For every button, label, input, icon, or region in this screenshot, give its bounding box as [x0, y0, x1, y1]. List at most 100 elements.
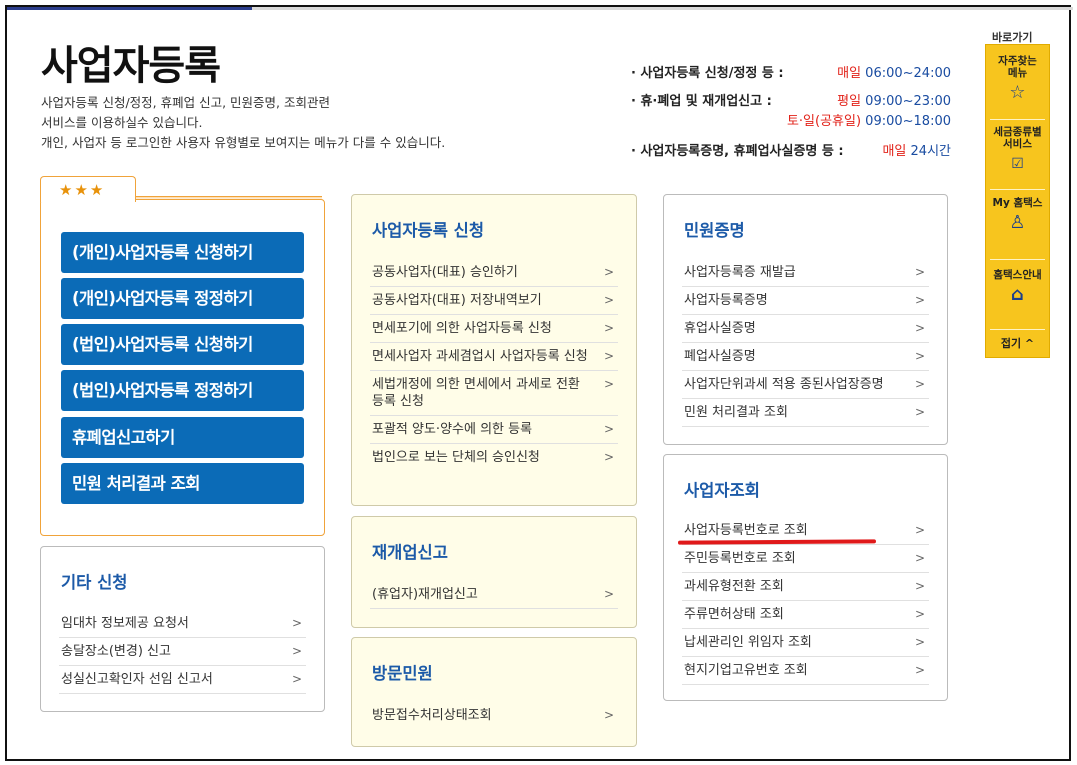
- list-item[interactable]: 현지기업고유번호 조회 >: [682, 657, 929, 685]
- business-lookup-title: 사업자조회: [684, 481, 760, 500]
- hours-day: 토·일(공휴일): [786, 114, 862, 129]
- reopen-title: 재개업신고: [372, 543, 448, 562]
- quick-hometax-guide[interactable]: 홈택스안내 ⌂: [986, 269, 1049, 305]
- list-item[interactable]: 포괄적 양도·양수에 의한 등록 >: [370, 416, 618, 444]
- chevron-right-icon: >: [914, 321, 925, 335]
- home-icon: ⌂: [1011, 284, 1024, 305]
- list-item-label: 성실신고확인자 선임 신고서: [61, 672, 213, 687]
- list-item[interactable]: 성실신고확인자 선임 신고서 >: [59, 666, 306, 694]
- civil-certificate-list: 사업자등록증 재발급 > 사업자등록증명 > 휴업사실증명 > 폐업사실증명 > 사업자…: [682, 259, 929, 427]
- service-hours: · 사업자등록 신청/정정 등 : 매일 06:00~24:00 · 휴·폐업 …: [631, 63, 951, 163]
- hours-value: 평일 09:00~23:00: [837, 91, 951, 113]
- list-item[interactable]: 면세사업자 과세겸업시 사업자등록 신청 >: [370, 343, 618, 371]
- hours-row: · 사업자등록증명, 휴폐업사실증명 등 : 매일 24시간: [631, 141, 951, 163]
- list-item[interactable]: 면세포기에 의한 사업자등록 신청 >: [370, 315, 618, 343]
- page-description: 사업자등록 신청/정정, 휴폐업 신고, 민원증명, 조회관련 서비스를 이용하…: [41, 93, 561, 153]
- list-item[interactable]: 공동사업자(대표) 저장내역보기 >: [370, 287, 618, 315]
- civil-result-lookup-button[interactable]: 민원 처리결과 조회: [61, 463, 304, 504]
- etc-apply-title: 기타 신청: [61, 573, 128, 592]
- list-item-label: 사업자단위과세 적용 종된사업장증명: [684, 377, 884, 392]
- chevron-right-icon: >: [291, 672, 302, 686]
- civil-certificate-box: 민원증명 사업자등록증 재발급 > 사업자등록증명 > 휴업사실증명 > 폐업사실증명…: [663, 194, 948, 445]
- chevron-right-icon: >: [603, 349, 614, 363]
- list-item-label: 공동사업자(대표) 승인하기: [372, 265, 518, 280]
- etc-apply-list: 임대차 정보제공 요청서 > 송달장소(변경) 신고 > 성실신고확인자 선임 신고…: [59, 610, 306, 694]
- list-item-label: 법인으로 보는 단체의 승인신청: [372, 450, 540, 465]
- corporate-register-apply-button[interactable]: (법인)사업자등록 신청하기: [61, 324, 304, 365]
- chevron-right-icon: >: [914, 635, 925, 649]
- hours-time: 09:00~18:00: [861, 114, 951, 129]
- hours-day: 평일: [837, 94, 862, 109]
- top-line: [252, 7, 1073, 10]
- list-item-label: 과세유형전환 조회: [684, 579, 784, 594]
- divider: [990, 329, 1045, 330]
- list-item[interactable]: 사업자단위과세 적용 종된사업장증명 >: [682, 371, 929, 399]
- list-item[interactable]: 사업자등록증명 >: [682, 287, 929, 315]
- list-item-label: (휴업자)재개업신고: [372, 587, 478, 602]
- quick-frequent-menu[interactable]: 자주찾는 메뉴 ☆: [986, 55, 1049, 103]
- list-item[interactable]: 송달장소(변경) 신고 >: [59, 638, 306, 666]
- hours-value: 매일 24시간: [882, 141, 951, 163]
- closure-report-button[interactable]: 휴폐업신고하기: [61, 417, 304, 458]
- quick-item-label: My 홈택스: [992, 197, 1043, 209]
- chevron-right-icon: >: [603, 293, 614, 307]
- individual-register-modify-button[interactable]: (개인)사업자등록 정정하기: [61, 278, 304, 319]
- quick-tax-service[interactable]: 세금종류별 서비스 ☑: [986, 126, 1049, 174]
- desc-line-2: 서비스를 이용하실수 있습니다.: [41, 115, 203, 130]
- chevron-right-icon: >: [603, 377, 614, 391]
- list-item-label: 송달장소(변경) 신고: [61, 644, 171, 659]
- chevron-right-icon: >: [914, 663, 925, 677]
- hours-row: · 사업자등록 신청/정정 등 : 매일 06:00~24:00: [631, 63, 951, 85]
- reopen-box: 재개업신고 (휴업자)재개업신고 >: [351, 516, 637, 628]
- list-item[interactable]: (휴업자)재개업신고 >: [370, 581, 618, 609]
- list-item[interactable]: 방문접수처리상태조회 >: [370, 702, 618, 729]
- quick-item-label: 자주찾는 메뉴: [998, 55, 1037, 79]
- chevron-right-icon: >: [603, 450, 614, 464]
- list-item-label: 사업자등록번호로 조회: [684, 523, 808, 538]
- corporate-register-modify-button[interactable]: (법인)사업자등록 정정하기: [61, 370, 304, 411]
- register-apply-title: 사업자등록 신청: [372, 221, 485, 240]
- chevron-right-icon: >: [603, 422, 614, 436]
- page-title: 사업자등록: [41, 43, 221, 89]
- list-item[interactable]: 세법개정에 의한 면세에서 과세로 전환 등록 신청 >: [370, 371, 618, 416]
- hours-row: 토·일(공휴일) 09:00~18:00: [631, 111, 951, 133]
- hours-time: 24시간: [906, 144, 951, 159]
- quick-menu-collapse-button[interactable]: 접기 ^: [986, 331, 1049, 357]
- civil-certificate-title: 민원증명: [684, 221, 745, 240]
- reopen-list: (휴업자)재개업신고 >: [370, 581, 618, 609]
- list-item-label: 폐업사실증명: [684, 349, 756, 364]
- business-lookup-box: 사업자조회 사업자등록번호로 조회 > 주민등록번호로 조회 > 과세유형전환 조회…: [663, 454, 948, 701]
- chevron-right-icon: >: [914, 523, 925, 537]
- list-item-label: 면세사업자 과세겸업시 사업자등록 신청: [372, 349, 588, 364]
- list-item-label: 세법개정에 의한 면세에서 과세로 전환 등록 신청: [372, 377, 580, 409]
- list-item-label: 사업자등록증 재발급: [684, 265, 796, 280]
- list-item[interactable]: 주민등록번호로 조회 >: [682, 545, 929, 573]
- favorites-tab: ★★★: [40, 176, 136, 202]
- list-item[interactable]: 주류면허상태 조회 >: [682, 601, 929, 629]
- list-item-label: 사업자등록증명: [684, 293, 768, 308]
- chevron-right-icon: >: [603, 708, 614, 722]
- chevron-right-icon: >: [914, 405, 925, 419]
- chevron-right-icon: >: [603, 321, 614, 335]
- chevron-right-icon: >: [914, 349, 925, 363]
- chevron-right-icon: >: [914, 293, 925, 307]
- quick-my-hometax[interactable]: My 홈택스 ♙: [986, 197, 1049, 233]
- hours-label: · 휴·폐업 및 재개업신고 :: [631, 94, 772, 109]
- hours-label: · 사업자등록 신청/정정 등 :: [631, 66, 784, 81]
- list-item[interactable]: 사업자등록증 재발급 >: [682, 259, 929, 287]
- list-item[interactable]: 민원 처리결과 조회 >: [682, 399, 929, 427]
- individual-register-apply-button[interactable]: (개인)사업자등록 신청하기: [61, 232, 304, 273]
- list-item[interactable]: 과세유형전환 조회 >: [682, 573, 929, 601]
- list-item[interactable]: 법인으로 보는 단체의 승인신청 >: [370, 444, 618, 471]
- list-item[interactable]: 폐업사실증명 >: [682, 343, 929, 371]
- list-item[interactable]: 휴업사실증명 >: [682, 315, 929, 343]
- hours-day: 매일: [882, 144, 907, 159]
- list-item-label: 현지기업고유번호 조회: [684, 663, 808, 678]
- chevron-right-icon: >: [291, 616, 302, 630]
- list-item-label: 휴업사실증명: [684, 321, 756, 336]
- list-item-label: 민원 처리결과 조회: [684, 405, 788, 420]
- list-item[interactable]: 공동사업자(대표) 승인하기 >: [370, 259, 618, 287]
- hours-label: · 사업자등록증명, 휴폐업사실증명 등 :: [631, 144, 844, 159]
- list-item[interactable]: 임대차 정보제공 요청서 >: [59, 610, 306, 638]
- list-item[interactable]: 납세관리인 위임자 조회 >: [682, 629, 929, 657]
